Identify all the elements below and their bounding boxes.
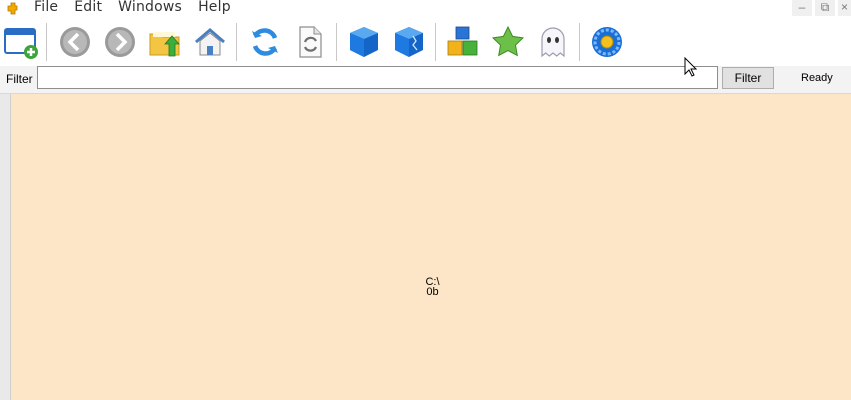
mouse-cursor-icon — [684, 57, 698, 77]
left-splitter[interactable] — [0, 94, 11, 400]
filter-label: Filter — [6, 72, 33, 86]
menu-file[interactable]: File — [34, 0, 58, 15]
app-puzzle-icon — [7, 2, 18, 15]
blue-cube-button[interactable] — [345, 23, 383, 61]
forward-button[interactable] — [101, 23, 139, 61]
green-star-icon — [491, 25, 525, 57]
menu-bar: File Edit Windows Help – ⧉ × — [0, 0, 851, 17]
close-icon[interactable]: × — [838, 0, 851, 16]
blue-cube-icon — [350, 27, 378, 57]
home-icon — [195, 28, 225, 56]
forward-arrow-icon — [105, 27, 135, 57]
back-button[interactable] — [56, 23, 94, 61]
refresh-icon — [252, 28, 278, 56]
document-refresh-icon — [299, 26, 322, 58]
drive-summary: C:\ 0b — [11, 277, 851, 298]
settings-flower-button[interactable] — [588, 23, 626, 61]
treemap-view[interactable]: C:\ 0b — [11, 94, 851, 400]
new-window-icon — [4, 28, 38, 59]
status-text: Ready — [801, 72, 833, 84]
menu-edit[interactable]: Edit — [74, 0, 102, 15]
colored-blocks-icon — [447, 26, 478, 56]
ghost-icon — [541, 27, 565, 58]
filter-input[interactable] — [37, 66, 718, 89]
back-arrow-icon — [60, 27, 90, 57]
menu-windows[interactable]: Windows — [118, 0, 182, 15]
drive-size: 0b — [426, 286, 439, 298]
filter-button[interactable]: Filter — [722, 67, 774, 89]
refresh-button[interactable] — [246, 23, 284, 61]
menu-help[interactable]: Help — [198, 0, 231, 15]
new-window-button[interactable] — [2, 23, 40, 61]
home-button[interactable] — [191, 23, 229, 61]
folder-up-button[interactable] — [146, 23, 184, 61]
filter-bar: Filter Filter Ready — [0, 66, 851, 94]
blue-cube-cracked-icon — [395, 27, 423, 57]
toolbar — [0, 17, 851, 66]
minimize-icon[interactable]: – — [792, 0, 812, 16]
restore-icon[interactable]: ⧉ — [815, 0, 835, 16]
blue-cube-cracked-button[interactable] — [390, 23, 428, 61]
folder-up-icon — [149, 32, 180, 57]
ghost-button[interactable] — [534, 23, 572, 61]
document-refresh-button[interactable] — [291, 23, 329, 61]
favorite-button[interactable] — [489, 23, 527, 61]
colored-blocks-button[interactable] — [444, 23, 482, 61]
blue-flower-icon — [592, 27, 622, 57]
